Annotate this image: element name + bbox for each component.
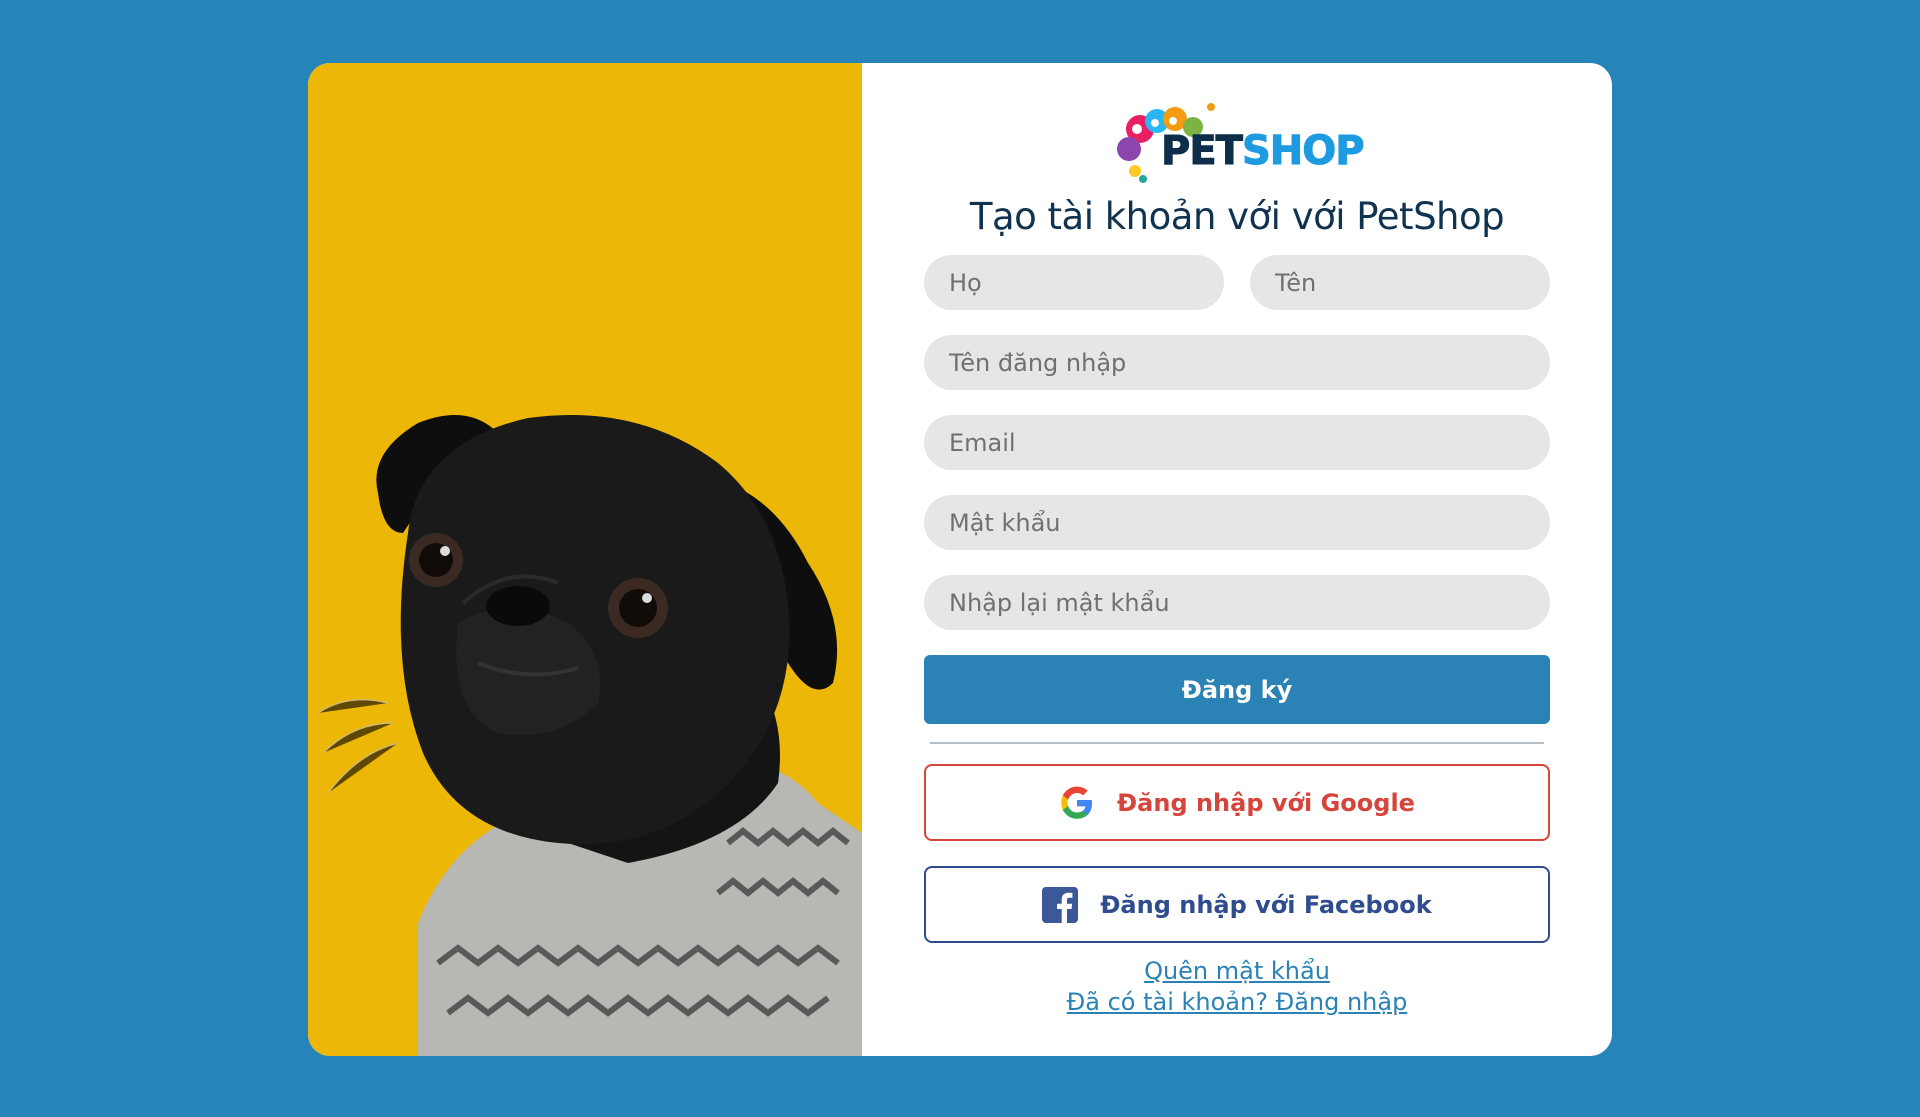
logo-wordmark: PETSHOP xyxy=(1161,128,1366,174)
confirm-password-input[interactable] xyxy=(924,575,1550,630)
facebook-login-button[interactable]: Đăng nhập với Facebook xyxy=(924,866,1550,943)
forgot-password-link[interactable]: Quên mật khẩu xyxy=(862,957,1612,985)
username-input[interactable] xyxy=(924,335,1550,390)
page-title: Tạo tài khoản với với PetShop xyxy=(969,195,1505,238)
petshop-logo: PETSHOP xyxy=(1115,99,1365,189)
google-login-button[interactable]: Đăng nhập với Google xyxy=(924,764,1550,841)
logo-text-shop: SHOP xyxy=(1241,128,1365,174)
google-login-label: Đăng nhập với Google xyxy=(1117,788,1415,817)
password-input[interactable] xyxy=(924,495,1550,550)
signup-card: PETSHOP Tạo tài khoản với với PetShop Đă… xyxy=(308,63,1612,1056)
last-name-input[interactable] xyxy=(924,255,1224,310)
first-name-input[interactable] xyxy=(1250,255,1550,310)
login-link[interactable]: Đã có tài khoản? Đăng nhập xyxy=(862,988,1612,1016)
pug-photo-panel xyxy=(308,63,862,1056)
facebook-icon xyxy=(1042,886,1079,923)
signup-form-panel: PETSHOP Tạo tài khoản với với PetShop Đă… xyxy=(862,63,1612,1056)
register-button[interactable]: Đăng ký xyxy=(924,655,1550,724)
facebook-login-label: Đăng nhập với Facebook xyxy=(1100,890,1432,919)
register-button-label: Đăng ký xyxy=(1181,675,1293,704)
google-icon xyxy=(1059,785,1095,821)
pug-image xyxy=(317,415,862,1056)
email-input[interactable] xyxy=(924,415,1550,470)
logo-text-pet: PET xyxy=(1161,128,1244,174)
divider xyxy=(930,742,1544,744)
